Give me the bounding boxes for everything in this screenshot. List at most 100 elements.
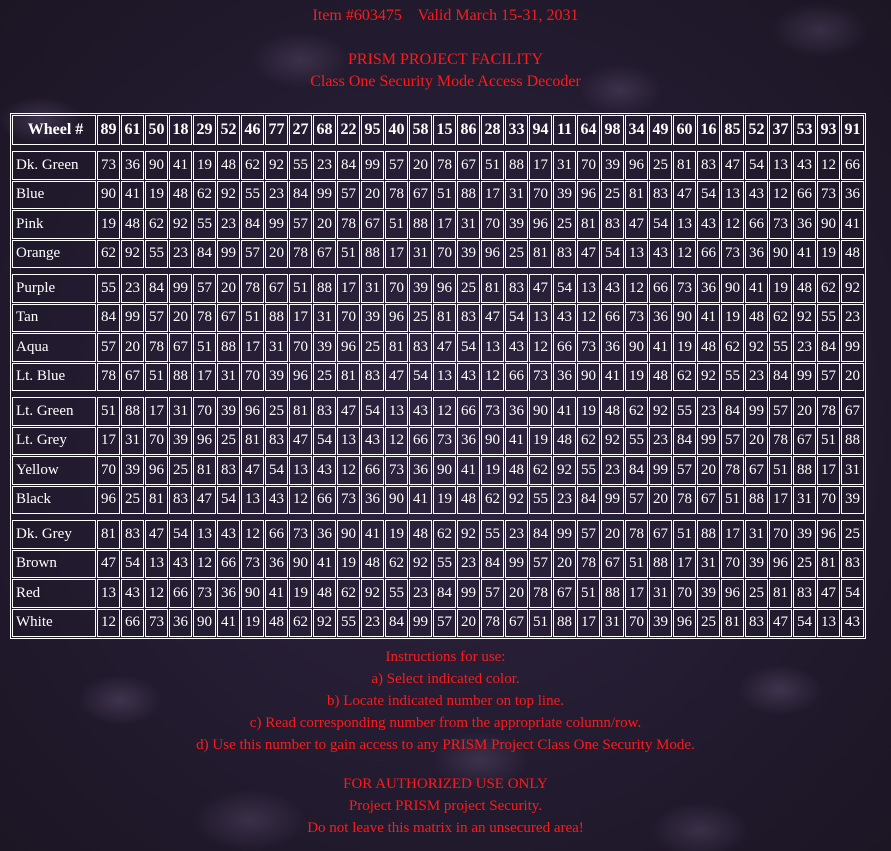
code-cell: 78 bbox=[193, 303, 216, 332]
code-cell: 54 bbox=[697, 180, 720, 209]
code-cell: 99 bbox=[217, 239, 240, 268]
code-cell: 66 bbox=[169, 579, 192, 608]
code-cell: 13 bbox=[193, 520, 216, 549]
code-cell: 99 bbox=[745, 397, 768, 426]
code-cell: 55 bbox=[433, 549, 456, 578]
wheel-number-cell: 40 bbox=[385, 115, 408, 145]
code-cell: 31 bbox=[169, 397, 192, 426]
code-cell: 47 bbox=[289, 426, 312, 455]
code-cell: 73 bbox=[241, 549, 264, 578]
code-cell: 23 bbox=[841, 303, 864, 332]
code-cell: 41 bbox=[601, 362, 624, 391]
code-cell: 67 bbox=[121, 362, 144, 391]
code-cell: 78 bbox=[385, 180, 408, 209]
wheel-header-label: Wheel # bbox=[12, 115, 96, 145]
code-cell: 13 bbox=[337, 426, 360, 455]
wheel-number-cell: 37 bbox=[769, 115, 792, 145]
code-cell: 48 bbox=[505, 456, 528, 485]
code-cell: 17 bbox=[289, 303, 312, 332]
code-cell: 67 bbox=[217, 303, 240, 332]
code-cell: 62 bbox=[385, 549, 408, 578]
code-cell: 99 bbox=[457, 579, 480, 608]
code-cell: 67 bbox=[505, 608, 528, 637]
code-cell: 43 bbox=[121, 579, 144, 608]
code-cell: 55 bbox=[481, 520, 504, 549]
code-cell: 99 bbox=[697, 426, 720, 455]
color-label: White bbox=[12, 608, 96, 637]
code-cell: 88 bbox=[697, 520, 720, 549]
wheel-number-cell: 98 bbox=[601, 115, 624, 145]
code-cell: 92 bbox=[457, 520, 480, 549]
code-cell: 23 bbox=[409, 579, 432, 608]
code-cell: 43 bbox=[793, 151, 816, 180]
code-cell: 78 bbox=[337, 210, 360, 239]
code-cell: 31 bbox=[409, 239, 432, 268]
code-cell: 25 bbox=[361, 333, 384, 362]
code-cell: 43 bbox=[217, 520, 240, 549]
code-cell: 66 bbox=[505, 362, 528, 391]
code-cell: 23 bbox=[553, 485, 576, 514]
code-cell: 96 bbox=[721, 579, 744, 608]
code-cell: 66 bbox=[697, 239, 720, 268]
code-cell: 96 bbox=[577, 180, 600, 209]
code-cell: 41 bbox=[793, 239, 816, 268]
wheel-number-cell: 15 bbox=[433, 115, 456, 145]
code-cell: 73 bbox=[337, 485, 360, 514]
code-cell: 51 bbox=[433, 180, 456, 209]
code-cell: 70 bbox=[481, 210, 504, 239]
code-cell: 83 bbox=[793, 579, 816, 608]
code-cell: 99 bbox=[121, 303, 144, 332]
code-cell: 70 bbox=[529, 180, 552, 209]
code-cell: 99 bbox=[313, 180, 336, 209]
code-cell: 88 bbox=[457, 180, 480, 209]
code-cell: 92 bbox=[265, 151, 288, 180]
code-cell: 54 bbox=[841, 579, 864, 608]
code-cell: 81 bbox=[433, 303, 456, 332]
code-cell: 99 bbox=[793, 362, 816, 391]
code-cell: 84 bbox=[337, 151, 360, 180]
code-cell: 96 bbox=[817, 520, 840, 549]
code-cell: 78 bbox=[529, 579, 552, 608]
code-cell: 54 bbox=[457, 333, 480, 362]
wheel-number-cell: 64 bbox=[577, 115, 600, 145]
code-cell: 66 bbox=[601, 303, 624, 332]
code-cell: 88 bbox=[121, 397, 144, 426]
code-cell: 73 bbox=[385, 456, 408, 485]
code-cell: 62 bbox=[577, 426, 600, 455]
code-cell: 66 bbox=[361, 456, 384, 485]
code-cell: 96 bbox=[337, 333, 360, 362]
code-cell: 78 bbox=[721, 456, 744, 485]
code-cell: 48 bbox=[601, 397, 624, 426]
code-cell: 51 bbox=[145, 362, 168, 391]
code-cell: 47 bbox=[193, 485, 216, 514]
code-cell: 90 bbox=[529, 397, 552, 426]
code-cell: 57 bbox=[145, 303, 168, 332]
code-cell: 73 bbox=[529, 362, 552, 391]
instructions-heading: Instructions for use: bbox=[385, 649, 506, 665]
code-cell: 81 bbox=[337, 362, 360, 391]
code-cell: 67 bbox=[361, 210, 384, 239]
color-label: Blue bbox=[12, 180, 96, 209]
code-cell: 13 bbox=[145, 549, 168, 578]
code-cell: 55 bbox=[625, 426, 648, 455]
code-cell: 51 bbox=[193, 333, 216, 362]
code-cell: 57 bbox=[817, 362, 840, 391]
code-cell: 55 bbox=[721, 362, 744, 391]
code-cell: 96 bbox=[529, 210, 552, 239]
code-cell: 51 bbox=[337, 239, 360, 268]
code-cell: 70 bbox=[289, 333, 312, 362]
code-cell: 41 bbox=[553, 397, 576, 426]
code-cell: 31 bbox=[121, 426, 144, 455]
code-cell: 23 bbox=[649, 426, 672, 455]
code-cell: 67 bbox=[265, 274, 288, 303]
code-cell: 51 bbox=[625, 549, 648, 578]
code-cell: 51 bbox=[481, 151, 504, 180]
code-cell: 84 bbox=[145, 274, 168, 303]
wheel-number-cell: 89 bbox=[97, 115, 120, 145]
code-cell: 54 bbox=[601, 239, 624, 268]
code-cell: 25 bbox=[601, 180, 624, 209]
code-cell: 12 bbox=[625, 274, 648, 303]
wheel-number-cell: 49 bbox=[649, 115, 672, 145]
code-cell: 47 bbox=[481, 303, 504, 332]
code-cell: 81 bbox=[625, 180, 648, 209]
